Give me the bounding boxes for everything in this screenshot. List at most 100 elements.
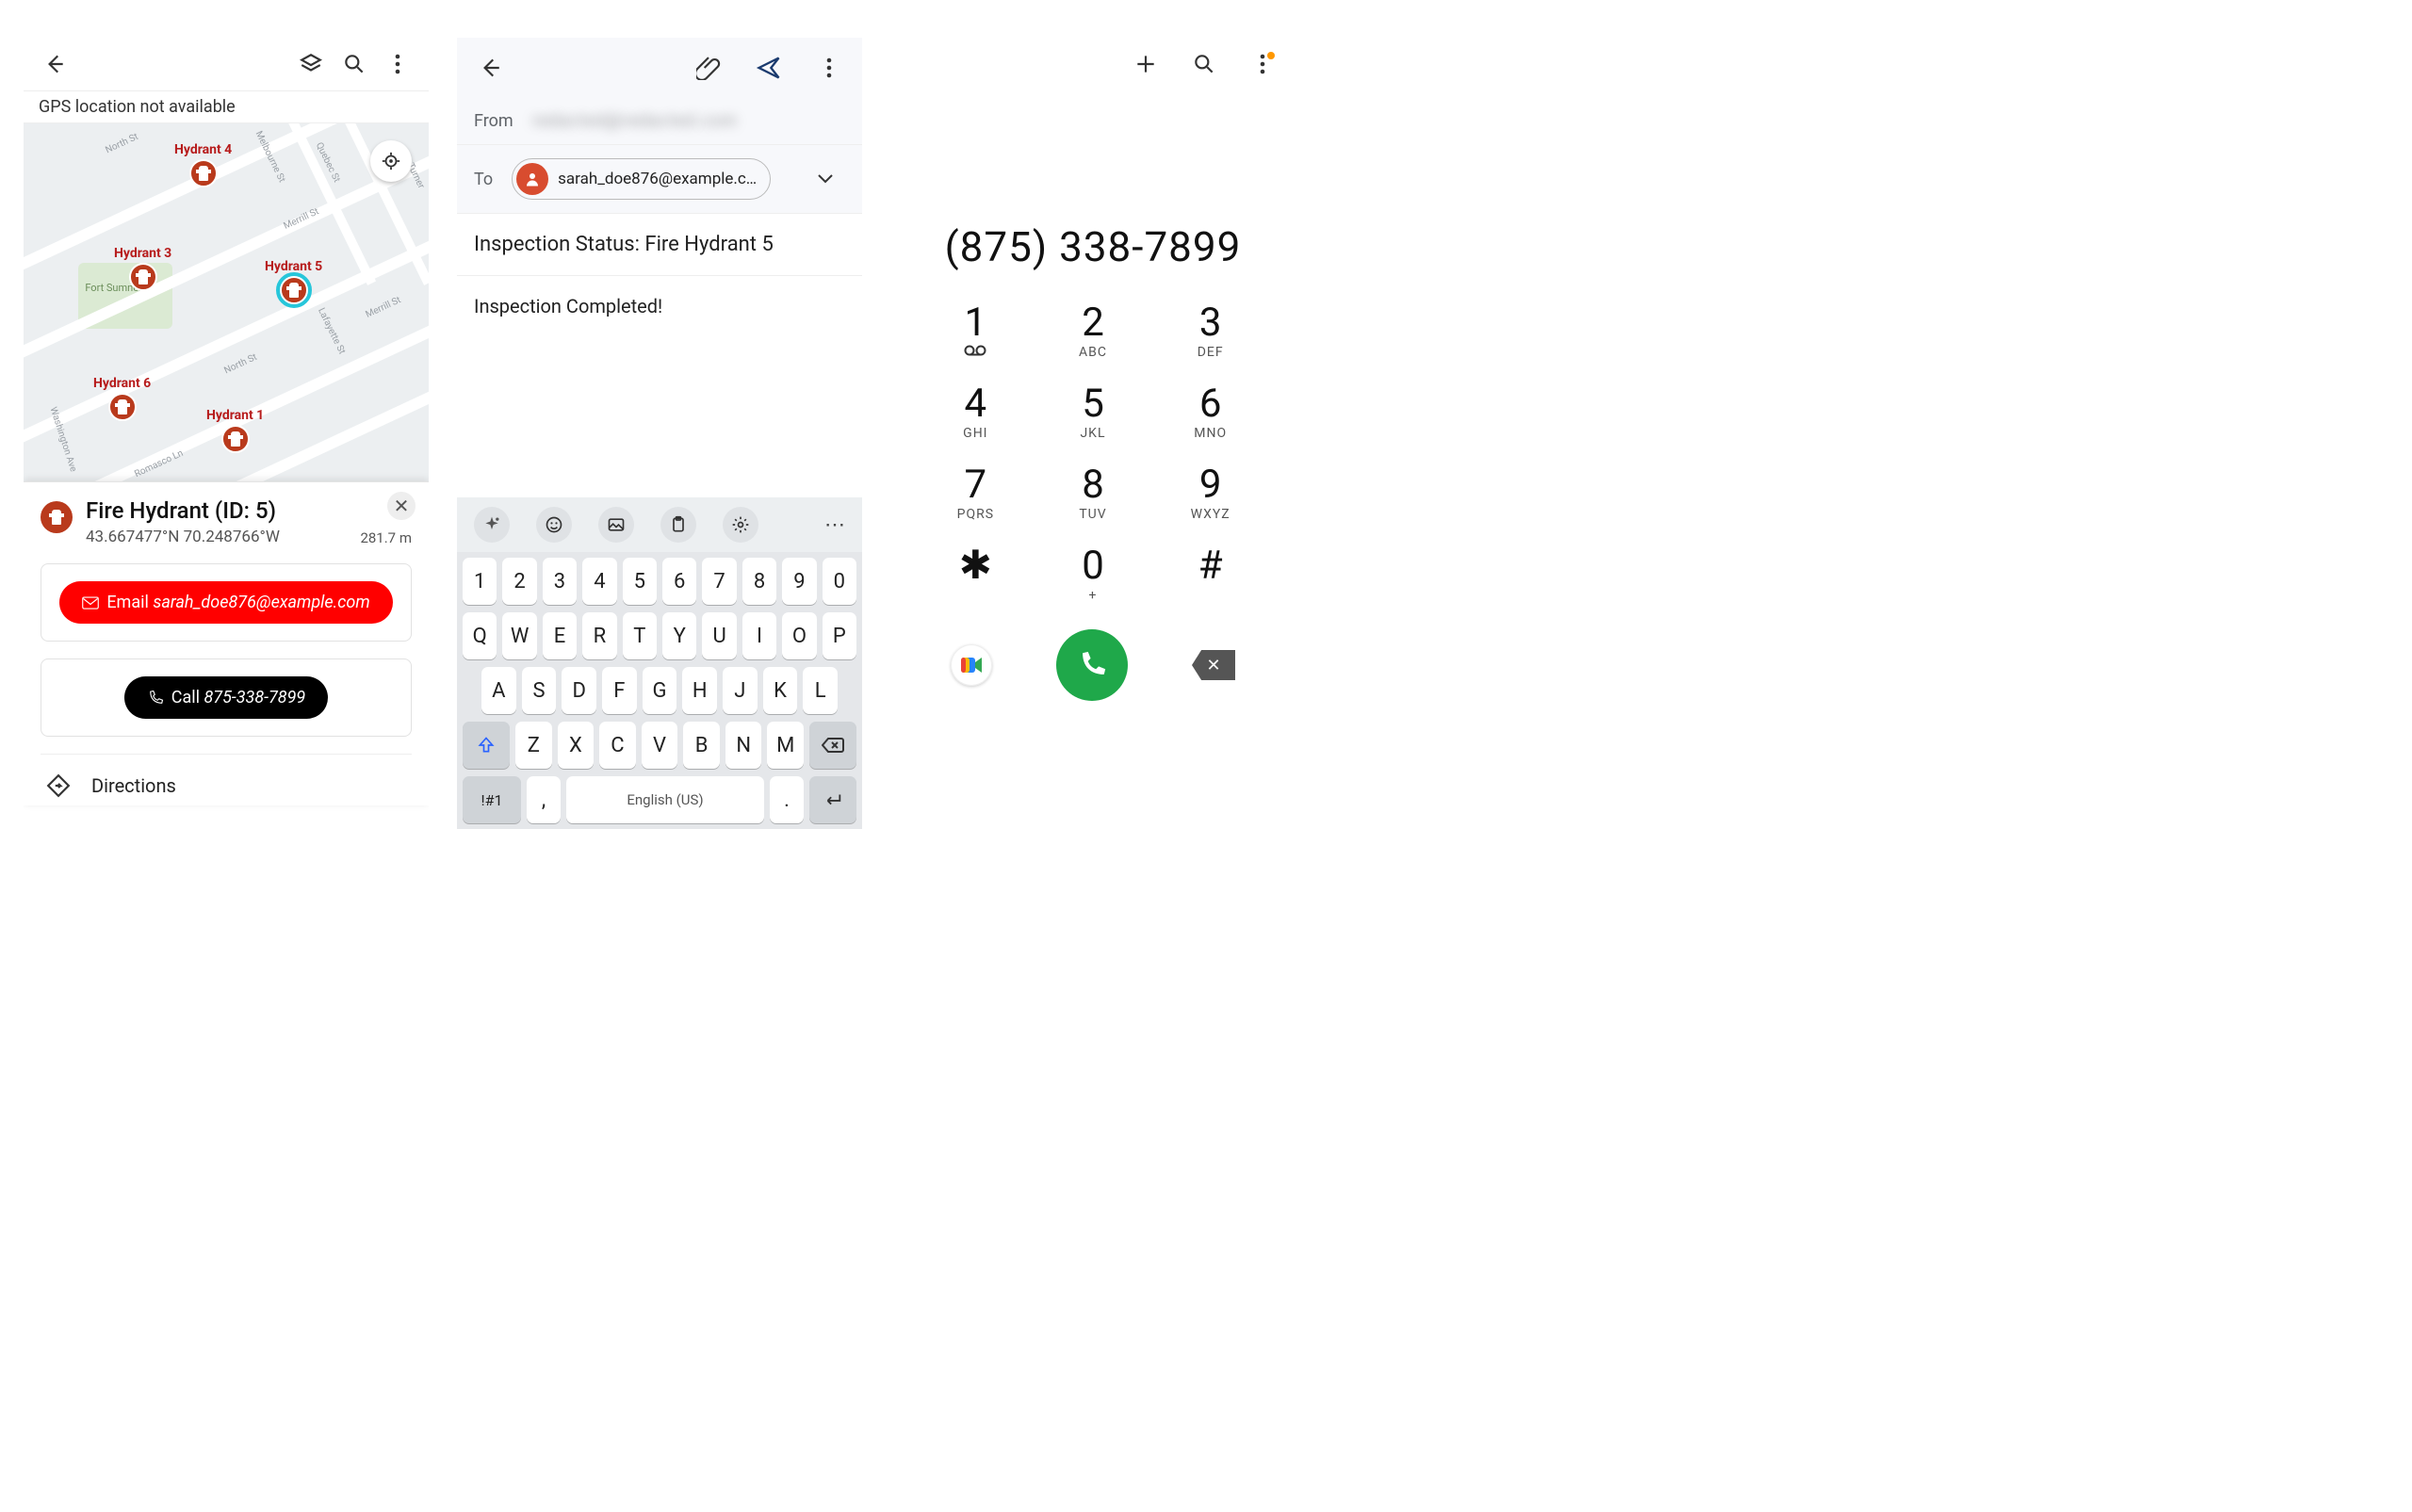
call-button[interactable] [1056,629,1128,701]
shift-key[interactable] [463,722,510,769]
key-b[interactable]: B [683,722,720,769]
close-card-button[interactable]: ✕ [387,492,416,520]
dial-key-3[interactable]: 3DEF [1151,303,1269,360]
key-c[interactable]: C [599,722,636,769]
directions-row[interactable]: Directions [41,754,412,805]
key-k[interactable]: K [763,667,798,714]
key-r[interactable]: R [582,612,616,659]
overflow-menu-icon[interactable] [809,48,849,88]
key-h[interactable]: H [682,667,717,714]
video-call-button[interactable] [951,644,992,686]
dial-key-7[interactable]: 7PQRS [917,465,1035,522]
attach-icon[interactable] [689,48,728,88]
key-9[interactable]: 9 [782,558,816,605]
key-5[interactable]: 5 [623,558,657,605]
enter-key[interactable] [809,776,856,823]
backspace-key[interactable] [809,722,856,769]
key-j[interactable]: J [723,667,758,714]
clipboard-icon[interactable] [660,507,696,543]
dial-key-1[interactable]: 1 [917,303,1035,360]
back-button[interactable] [35,44,74,84]
hydrant-marker-3[interactable]: Hydrant 3 [114,246,171,291]
key-3[interactable]: 3 [543,558,577,605]
symbols-key[interactable]: !#1 [463,776,521,823]
key-w[interactable]: W [502,612,536,659]
send-icon[interactable] [749,48,789,88]
key-z[interactable]: Z [515,722,552,769]
dial-key-6[interactable]: 6MNO [1151,384,1269,441]
key-l[interactable]: L [803,667,838,714]
expand-recipients-icon[interactable] [806,159,845,199]
key-0[interactable]: 0 [823,558,856,605]
dial-key-✱[interactable]: ✱ [917,546,1035,603]
add-icon[interactable] [1126,44,1165,84]
key-g[interactable]: G [643,667,677,714]
hydrant-marker-1[interactable]: Hydrant 1 [206,408,264,453]
directions-label: Directions [91,774,176,797]
search-icon[interactable] [1184,44,1224,84]
key-p[interactable]: P [823,612,856,659]
dial-key-#[interactable]: # [1151,546,1269,603]
sparkle-icon[interactable] [474,507,510,543]
delete-digit-button[interactable]: ✕ [1192,650,1235,680]
key-8[interactable]: 8 [742,558,776,605]
key-1[interactable]: 1 [463,558,497,605]
key-t[interactable]: T [623,612,657,659]
image-icon[interactable] [598,507,634,543]
key-o[interactable]: O [782,612,816,659]
from-row[interactable]: From redacted@redacted.com [457,98,862,145]
body-field[interactable]: Inspection Completed! [457,276,862,336]
dial-key-8[interactable]: 8TUV [1035,465,1152,522]
call-button[interactable]: Call 875-338-7899 [124,676,328,719]
more-icon[interactable]: ⋯ [824,513,845,537]
key-d[interactable]: D [562,667,596,714]
search-icon[interactable] [334,44,374,84]
feature-coords: 43.667477°N 70.248766°W [86,528,280,546]
back-button[interactable] [470,48,510,88]
key-e[interactable]: E [543,612,577,659]
recipient-chip[interactable]: sarah_doe876@example.c… [512,158,771,200]
layers-icon[interactable] [291,44,331,84]
key-n[interactable]: N [725,722,762,769]
key-7[interactable]: 7 [702,558,736,605]
key-q[interactable]: Q [463,612,497,659]
dialed-number: (875) 338-7899 [890,222,1296,271]
overflow-menu-icon[interactable] [378,44,417,84]
map-canvas[interactable]: Fort Sumner Park North St Melbourne St Q… [24,123,429,481]
subject-field[interactable]: Inspection Status: Fire Hydrant 5 [457,214,862,276]
email-prefix: Email [106,593,153,612]
key-i[interactable]: I [742,612,776,659]
hydrant-marker-5[interactable]: Hydrant 5 [265,259,322,304]
key-y[interactable]: Y [662,612,696,659]
key-a[interactable]: A [481,667,516,714]
comma-key[interactable]: , [527,776,561,823]
key-u[interactable]: U [702,612,736,659]
dial-key-2[interactable]: 2ABC [1035,303,1152,360]
space-key[interactable]: English (US) [566,776,764,823]
dial-key-9[interactable]: 9WXYZ [1151,465,1269,522]
notification-dot [1267,52,1275,59]
key-v[interactable]: V [642,722,678,769]
feature-card: ✕ Fire Hydrant (ID: 5) 43.667477°N 70.24… [24,481,429,805]
locate-me-button[interactable] [370,140,412,182]
dial-key-0[interactable]: 0+ [1035,546,1152,603]
key-4[interactable]: 4 [582,558,616,605]
key-6[interactable]: 6 [662,558,696,605]
key-x[interactable]: X [558,722,595,769]
email-button[interactable]: Email sarah_doe876@example.com [59,581,392,624]
key-m[interactable]: M [767,722,804,769]
gear-icon[interactable] [723,507,758,543]
hydrant-marker-6[interactable]: Hydrant 6 [93,376,151,421]
to-row[interactable]: To sarah_doe876@example.c… [457,145,862,214]
dial-key-4[interactable]: 4GHI [917,384,1035,441]
key-2[interactable]: 2 [502,558,536,605]
dialer-screen: (875) 338-7899 12ABC3DEF 4GHI5JKL6MNO 7PQR… [890,38,1296,829]
key-s[interactable]: S [522,667,557,714]
emoji-icon[interactable] [536,507,572,543]
period-key[interactable]: . [770,776,804,823]
overflow-menu-icon[interactable] [1243,44,1282,84]
feature-distance: 281.7 m [360,529,412,546]
key-f[interactable]: F [602,667,637,714]
hydrant-marker-4[interactable]: Hydrant 4 [174,142,232,187]
dial-key-5[interactable]: 5JKL [1035,384,1152,441]
